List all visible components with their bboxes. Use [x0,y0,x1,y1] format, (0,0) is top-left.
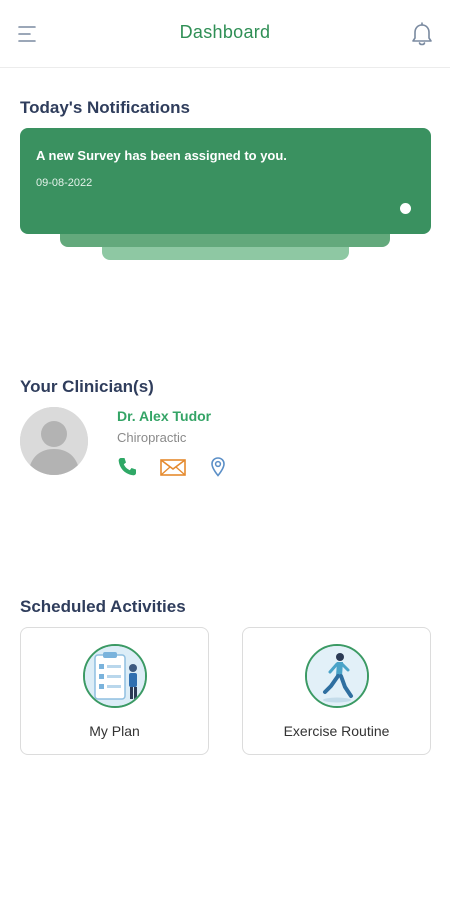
notification-card[interactable]: A new Survey has been assigned to you. 0… [20,128,431,234]
notifications-section-title: Today's Notifications [20,98,190,117]
activity-card-my-plan[interactable]: My Plan [20,627,209,755]
clinician-specialty: Chiropractic [117,430,187,445]
location-icon[interactable] [207,456,229,478]
avatar [20,407,88,475]
running-person-icon [304,644,369,708]
phone-icon[interactable] [116,456,138,478]
unread-dot-icon [400,203,411,214]
activity-label: Exercise Routine [283,723,390,739]
activity-card-exercise-routine[interactable]: Exercise Routine [242,627,431,755]
bell-icon[interactable] [410,22,434,48]
dashboard-screen: Dashboard Today's Notifications A new Su… [0,0,450,900]
activities-section-title: Scheduled Activities [20,597,186,616]
mail-icon[interactable] [159,456,187,478]
plan-checklist-icon [82,644,147,708]
page-title: Dashboard [179,22,271,42]
activity-label: My Plan [89,723,140,739]
clinicians-section-title: Your Clinician(s) [20,377,154,396]
clinician-name[interactable]: Dr. Alex Tudor [117,408,211,424]
app-header: Dashboard [0,0,450,68]
notification-message: A new Survey has been assigned to you. [36,148,287,163]
notification-date: 09-08-2022 [36,177,93,189]
